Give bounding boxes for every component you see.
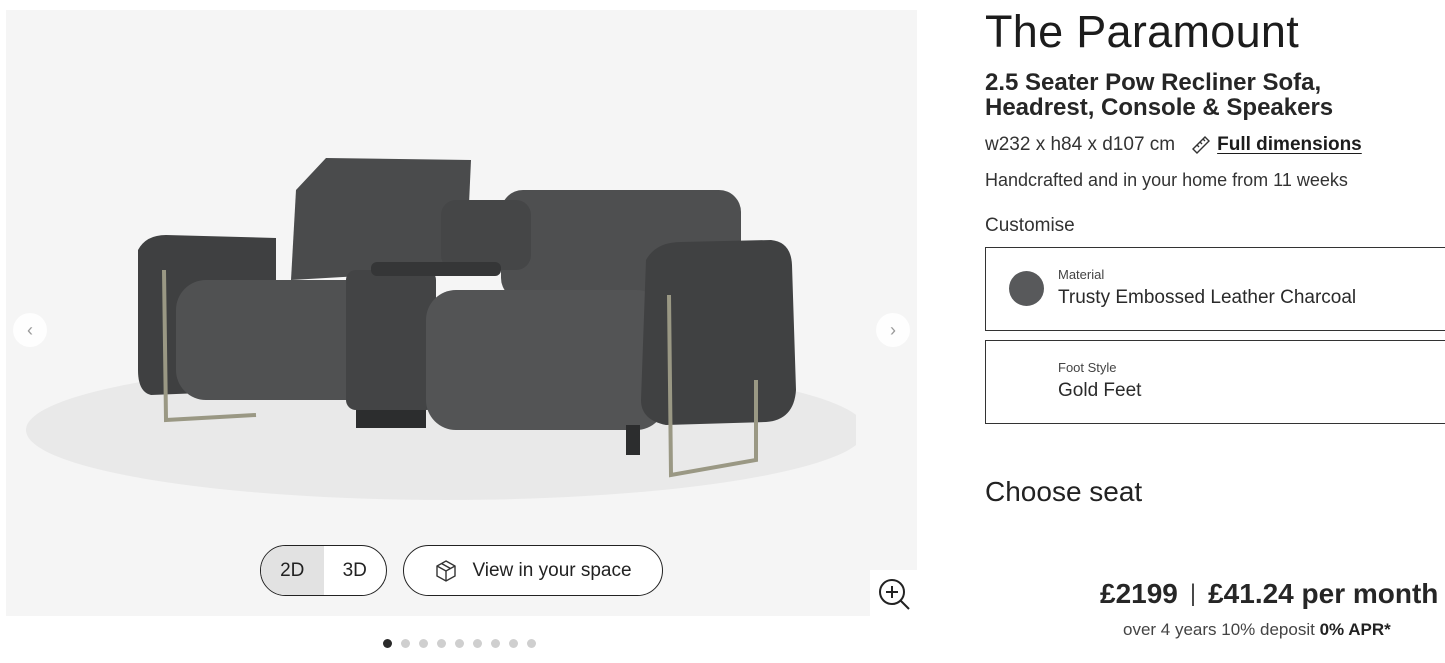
product-gallery: ‹ › 2D 3D View in your space (6, 10, 920, 620)
pagination-dot[interactable] (473, 639, 482, 648)
view-mode-toggle: 2D 3D (260, 545, 387, 596)
monthly-price: £41.24 per month (1208, 578, 1439, 609)
finance-terms: over 4 years 10% deposit 0% APR* (1123, 620, 1391, 640)
finance-apr: 0% APR* (1319, 620, 1391, 639)
cube-icon (436, 559, 457, 582)
customise-heading: Customise (985, 215, 1075, 236)
view-3d-button[interactable]: 3D (324, 546, 387, 595)
full-dimensions-label: Full dimensions (1217, 134, 1362, 155)
ar-button-label: View in your space (472, 559, 632, 581)
foot-style-value: Gold Feet (1058, 380, 1142, 401)
dimensions-text: w232 x h84 x d107 cm (985, 134, 1176, 155)
price-separator: | (1189, 580, 1197, 607)
foot-style-option[interactable]: Foot Style Gold Feet (985, 340, 1445, 424)
price: £2199 (1100, 578, 1178, 609)
product-details: The Paramount 2.5 Seater Pow Recliner So… (985, 0, 1445, 663)
delivery-info: Handcrafted and in your home from 11 wee… (985, 170, 1348, 190)
pagination-dot[interactable] (527, 639, 536, 648)
zoom-button[interactable] (870, 570, 920, 620)
pagination-dot[interactable] (401, 639, 410, 648)
full-dimensions-link[interactable]: Full dimensions (1191, 134, 1362, 156)
material-value: Trusty Embossed Leather Charcoal (1058, 287, 1357, 308)
product-title: The Paramount (985, 6, 1300, 57)
chevron-left-icon: ‹ (27, 319, 33, 340)
next-image-button[interactable]: › (876, 313, 910, 347)
pagination-dot[interactable] (455, 639, 464, 648)
choose-seat-heading: Choose seat (985, 476, 1143, 507)
finance-text: over 4 years 10% deposit (1123, 620, 1315, 639)
chevron-right-icon: › (890, 319, 896, 340)
previous-image-button[interactable]: ‹ (13, 313, 47, 347)
material-swatch (1009, 271, 1044, 306)
zoom-in-icon (879, 579, 910, 610)
material-option[interactable]: Material Trusty Embossed Leather Charcoa… (985, 247, 1445, 331)
material-label: Material (1058, 267, 1105, 282)
pagination-dot[interactable] (491, 639, 500, 648)
pagination-dot[interactable] (383, 639, 392, 648)
dimensions-row: w232 x h84 x d107 cm Full dimensions (985, 134, 1362, 156)
price-row: £2199 | £41.24 per month (1100, 578, 1438, 610)
foot-style-label: Foot Style (1058, 360, 1117, 375)
pagination-dot[interactable] (509, 639, 518, 648)
pagination-dot[interactable] (437, 639, 446, 648)
product-image (26, 158, 856, 500)
view-in-your-space-button[interactable]: View in your space (403, 545, 663, 596)
view-2d-button[interactable]: 2D (261, 546, 324, 595)
ruler-icon (1192, 136, 1211, 154)
product-subtitle: 2.5 Seater Pow Recliner Sofa, Headrest, … (985, 69, 1334, 121)
pagination-dot[interactable] (419, 639, 428, 648)
gallery-pagination (383, 639, 536, 648)
